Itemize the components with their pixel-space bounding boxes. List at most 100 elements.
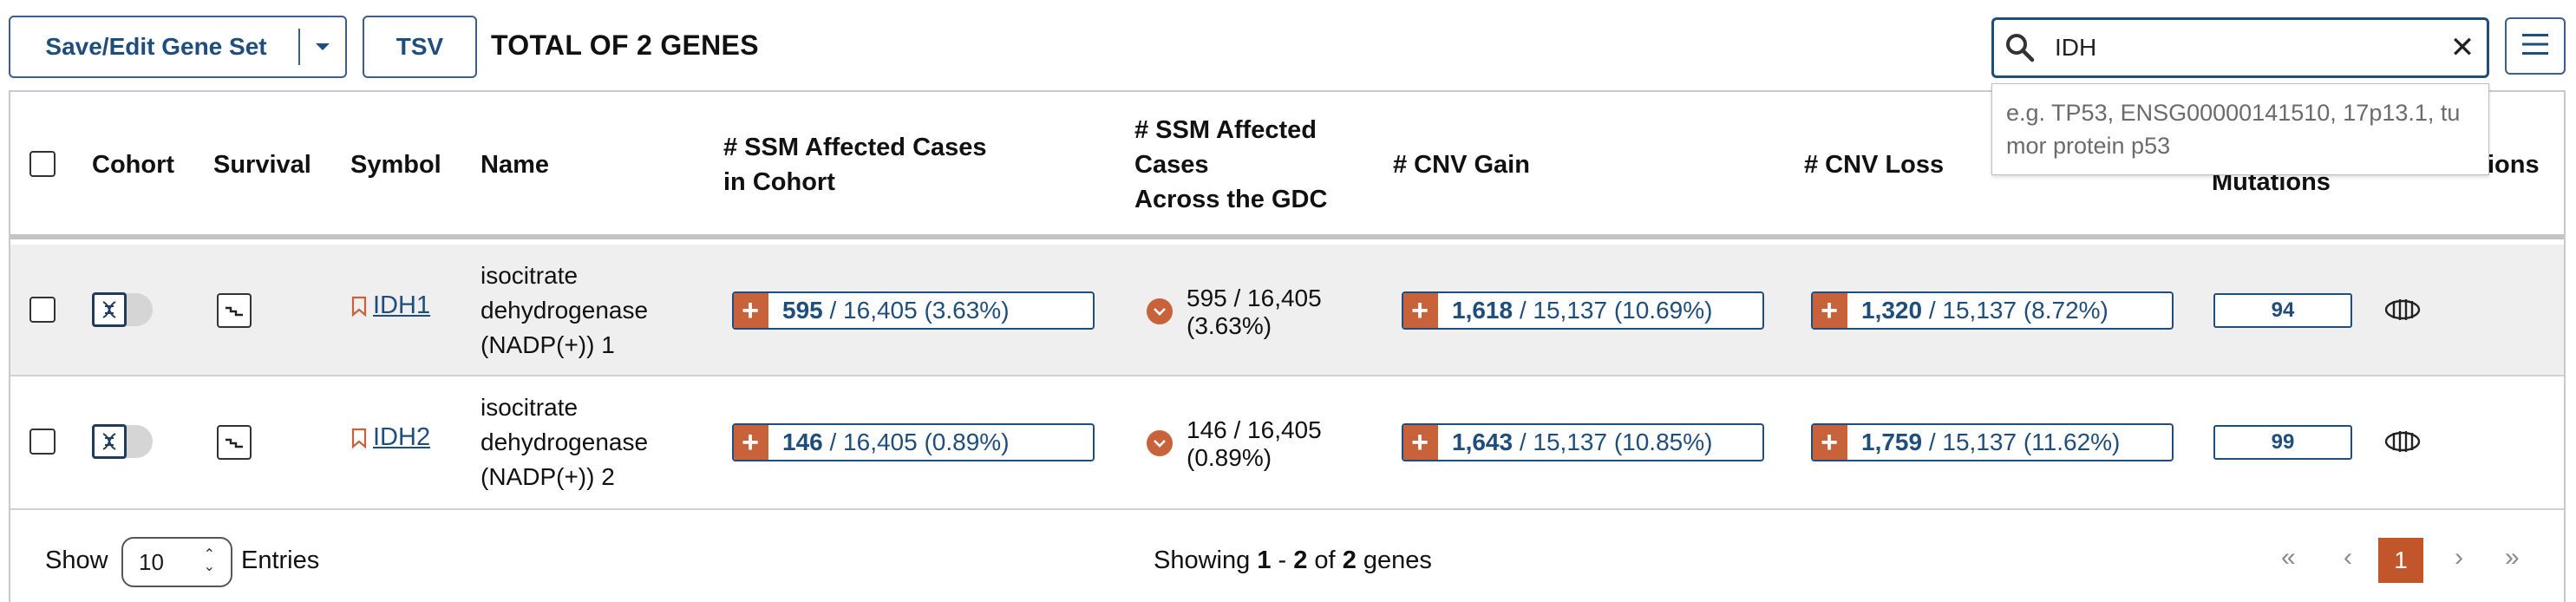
- col-ssm-cohort-line2: in Cohort: [723, 168, 835, 196]
- showing-prefix: Showing: [1154, 546, 1258, 574]
- survival-plot-icon[interactable]: [217, 293, 252, 328]
- ssm-cohort-count: 595: [782, 297, 823, 324]
- search-value[interactable]: IDH: [2046, 34, 2438, 62]
- ssm-gdc-value: 595 / 16,405 (3.63%): [1187, 285, 1322, 340]
- col-ssm-gdc[interactable]: # SSM Affected Cases Across the GDC: [1134, 113, 1327, 217]
- save-edit-gene-set-button[interactable]: Save/Edit Gene Set: [9, 16, 347, 78]
- cohort-toggle[interactable]: [92, 424, 153, 459]
- gene-symbol[interactable]: IDH2: [373, 423, 430, 452]
- gene-search-input[interactable]: IDH ✕: [1991, 17, 2489, 78]
- cnv-gain-value: 1,618 / 15,137 (10.69%): [1438, 297, 1712, 324]
- ssm-cohort-count: 146: [782, 429, 823, 455]
- save-edit-gene-set-label[interactable]: Save/Edit Gene Set: [10, 33, 298, 61]
- cnv-gain-count: 1,618: [1452, 297, 1514, 324]
- survival-plot-icon[interactable]: [217, 425, 252, 460]
- ssm-cohort-bar[interactable]: + 595 / 16,405 (3.63%): [732, 291, 1095, 330]
- col-ssm-cohort-line1: # SSM Affected Cases: [723, 134, 987, 161]
- bookmark-icon: [351, 296, 367, 317]
- select-all-checkbox[interactable]: [29, 151, 56, 177]
- expand-chevron-icon[interactable]: [1147, 298, 1173, 324]
- last-page-icon[interactable]: »: [2505, 543, 2520, 573]
- select-arrows-icon: ⌃ ⌄: [203, 547, 215, 574]
- showing-summary: Showing 1 - 2 of 2 genes: [1154, 546, 1432, 575]
- cohort-icon: [92, 292, 127, 327]
- cnv-loss-bar[interactable]: + 1,759 / 15,137 (11.62%): [1811, 423, 2174, 461]
- expand-chevron-icon[interactable]: [1147, 430, 1173, 456]
- ssm-gdc-line: (0.89%): [1187, 444, 1272, 471]
- total-genes-label: TOTAL OF 2 GENES: [491, 29, 759, 61]
- gene-name-line: isocitrate: [481, 394, 579, 421]
- column-menu-button[interactable]: [2505, 17, 2566, 75]
- plus-icon[interactable]: +: [734, 425, 768, 460]
- cnv-gain-count: 1,643: [1452, 429, 1514, 455]
- page-size-select[interactable]: 10 ⌃ ⌄: [121, 537, 232, 587]
- ssm-gdc-line: (3.63%): [1187, 312, 1272, 339]
- cnv-gain-rest: / 15,137 (10.85%): [1513, 429, 1713, 455]
- protein-viewer-icon[interactable]: [2383, 429, 2422, 455]
- entries-label: Entries: [241, 546, 320, 574]
- cnv-loss-value: 1,320 / 15,137 (8.72%): [1847, 297, 2109, 324]
- mutations-count-button[interactable]: 99: [2213, 425, 2352, 460]
- gene-name-line: dehydrogenase: [481, 429, 649, 455]
- table-row: IDH1 isocitrate dehydrogenase (NADP(+)) …: [10, 245, 2564, 376]
- cnv-gain-bar[interactable]: + 1,618 / 15,137 (10.69%): [1402, 291, 1764, 330]
- gene-name: isocitrate dehydrogenase (NADP(+)) 2: [481, 390, 648, 494]
- next-page-icon[interactable]: ›: [2455, 543, 2463, 573]
- col-name[interactable]: Name: [481, 147, 549, 182]
- plus-icon[interactable]: +: [734, 293, 768, 328]
- ssm-gdc-value: 146 / 16,405 (0.89%): [1187, 416, 1322, 472]
- gene-symbol-link[interactable]: IDH1: [350, 291, 430, 320]
- ssm-gdc-line: 595 / 16,405: [1187, 285, 1322, 311]
- plus-icon[interactable]: +: [1813, 425, 1847, 460]
- gene-name-line: (NADP(+)) 2: [481, 463, 615, 490]
- protein-viewer-icon[interactable]: [2383, 297, 2422, 323]
- plus-icon[interactable]: +: [1403, 293, 1438, 328]
- col-cnv-gain[interactable]: # CNV Gain: [1393, 147, 1530, 182]
- page-1-button[interactable]: 1: [2378, 538, 2423, 583]
- table-toolbar: Save/Edit Gene Set TSV TOTAL OF 2 GENES …: [0, 0, 2576, 90]
- row-checkbox[interactable]: [29, 429, 56, 455]
- gene-symbol-link[interactable]: IDH2: [350, 423, 430, 452]
- ssm-gdc-line: 146 / 16,405: [1187, 416, 1322, 443]
- ssm-cohort-bar[interactable]: + 146 / 16,405 (0.89%): [732, 423, 1095, 461]
- ssm-cohort-value: 146 / 16,405 (0.89%): [768, 429, 1010, 456]
- plus-icon[interactable]: +: [1403, 425, 1438, 460]
- cnv-loss-bar[interactable]: + 1,320 / 15,137 (8.72%): [1811, 291, 2174, 330]
- genes-label: genes: [1356, 546, 1432, 574]
- plus-icon[interactable]: +: [1813, 293, 1847, 328]
- row-checkbox[interactable]: [29, 297, 56, 323]
- col-survival[interactable]: Survival: [213, 147, 311, 182]
- first-page-icon[interactable]: «: [2281, 543, 2296, 573]
- col-ssm-gdc-line3: Across the GDC: [1134, 186, 1328, 213]
- col-cohort[interactable]: Cohort: [92, 147, 174, 182]
- page-size-value[interactable]: 10: [139, 549, 164, 576]
- cnv-loss-value: 1,759 / 15,137 (11.62%): [1847, 429, 2120, 456]
- col-annotations[interactable]: ions: [2488, 147, 2540, 182]
- prev-page-icon[interactable]: ‹: [2344, 543, 2352, 573]
- col-cnv-loss[interactable]: # CNV Loss: [1804, 147, 1944, 182]
- gene-symbol[interactable]: IDH1: [373, 291, 430, 320]
- mutations-count-button[interactable]: 94: [2213, 293, 2352, 328]
- cnv-gain-value: 1,643 / 15,137 (10.85%): [1438, 429, 1712, 456]
- cohort-toggle[interactable]: [92, 292, 153, 327]
- of-label: of: [1307, 546, 1343, 574]
- close-icon[interactable]: ✕: [2438, 30, 2487, 65]
- range-sep: -: [1271, 546, 1294, 574]
- gene-name-line: dehydrogenase: [481, 297, 649, 324]
- bookmark-icon: [351, 428, 367, 448]
- ssm-cohort-value: 595 / 16,405 (3.63%): [768, 297, 1010, 324]
- cnv-loss-rest: / 15,137 (11.62%): [1922, 429, 2121, 455]
- cnv-loss-count: 1,759: [1861, 429, 1923, 455]
- show-label: Show: [45, 546, 108, 574]
- ssm-cohort-rest: / 16,405 (3.63%): [822, 297, 1010, 324]
- gene-name-line: isocitrate: [481, 262, 579, 289]
- col-symbol[interactable]: Symbol: [350, 147, 441, 182]
- cnv-gain-bar[interactable]: + 1,643 / 15,137 (10.85%): [1402, 423, 1764, 461]
- col-ssm-cohort[interactable]: # SSM Affected Cases in Cohort: [723, 130, 987, 200]
- cnv-loss-count: 1,320: [1861, 297, 1923, 324]
- table-row: IDH2 isocitrate dehydrogenase (NADP(+)) …: [10, 378, 2564, 510]
- ssm-cohort-rest: / 16,405 (0.89%): [822, 429, 1010, 455]
- search-hint-tooltip: e.g. TP53, ENSG00000141510, 17p13.1, tum…: [1991, 83, 2489, 175]
- chevron-down-icon[interactable]: [300, 42, 345, 52]
- tsv-download-button[interactable]: TSV: [363, 16, 477, 78]
